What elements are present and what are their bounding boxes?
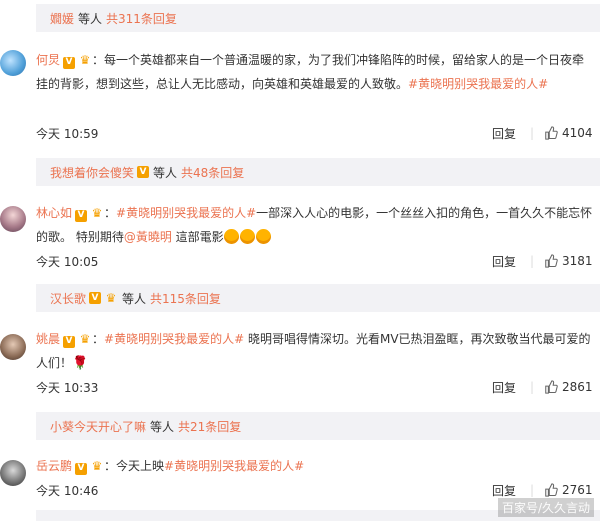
verified-v-icon: V [63,335,76,348]
fan-badge-icon: ♛ [79,53,91,67]
avatar[interactable] [0,50,26,76]
comment-text: ：今天上映 [104,459,165,473]
fan-badge-icon: ♛ [91,206,103,220]
comment-body: 岳云鹏 V ♛ ：今天上映#黄晓明别哭我最爱的人# [36,454,594,478]
comment-time: 今天 10:59 [36,126,99,141]
divider: | [529,254,534,268]
avatar[interactable] [0,206,26,232]
reply-count-link[interactable]: 共21条回复 [178,418,241,435]
verified-v-icon: V [75,209,88,222]
reply-user-link[interactable]: 嫺媛 [50,10,74,27]
reply-user-link[interactable]: 我想着你会傻笑 [50,164,134,181]
fan-badge-icon: ♛ [79,332,91,346]
reply-summary-band[interactable]: 嫺媛 等人 共311条回复 [36,4,600,32]
reply-button[interactable]: 回复 [492,253,516,270]
reply-button[interactable]: 回复 [492,125,516,142]
reply-count-link[interactable]: 共311条回复 [106,10,177,27]
like-count: 3181 [562,254,593,268]
verified-v-icon: V [63,56,76,69]
reply-button[interactable]: 回复 [492,482,516,499]
comment-meta: 今天 10:05 回复 | 3181 [36,251,596,271]
like-thumb-icon[interactable] [544,254,558,268]
comment-body: 林心如 V ♛ ：#黄晓明别哭我最爱的人#一部深入人心的电影，一个丝丝入扣的角色，一首… [36,201,594,249]
hashtag-link[interactable]: #黄晓明别哭我最爱的人# [408,77,548,91]
comment-username[interactable]: 岳云鹏 [36,459,72,473]
emoji-icon [255,229,271,244]
verified-v-icon: V [75,462,88,475]
divider: | [529,483,534,497]
comment-username[interactable]: 何炅 [36,53,60,67]
like-count: 2861 [562,380,593,394]
comment-text: 這部電影 [171,230,224,244]
comment-text: ： [104,206,117,220]
reply-count-link[interactable]: 共115条回复 [150,290,221,307]
divider: | [529,126,534,140]
reply-summary-band[interactable]: 小葵今天开心了嘛 等人 共21条回复 [36,412,600,440]
like-count: 4104 [562,126,593,140]
reply-user-link[interactable]: 小葵今天开心了嘛 [50,418,146,435]
reply-button[interactable]: 回复 [492,379,516,396]
comment-body: 何炅 V ♛ ：每一个英雄都来自一个普通温暖的家，为了我们冲锋陷阵的时候，留给家人的是… [36,48,594,96]
mention-link[interactable]: @黃曉明 [124,230,172,244]
reply-summary-text: 等人 [150,419,175,434]
comment-username[interactable]: 姚晨 [36,332,60,346]
hashtag-link[interactable]: #黄晓明别哭我最爱的人# [116,206,256,220]
emoji-icon [239,229,255,244]
hashtag-link[interactable]: #黄晓明别哭我最爱的人# [104,332,244,346]
comment-time: 今天 10:05 [36,254,99,269]
watermark: 百家号/久久言动 [497,498,594,517]
like-count: 2761 [562,483,593,497]
comment-time: 今天 10:33 [36,380,99,395]
verified-v-icon: V [137,166,150,178]
fan-badge-icon: ♛ [105,291,117,305]
verified-v-icon: V [89,292,102,304]
avatar[interactable] [0,334,26,360]
reply-summary-text: 等人 [122,291,147,306]
emoji-icon [223,229,239,244]
comment-meta: 今天 10:33 回复 | 2861 [36,377,596,397]
like-thumb-icon[interactable] [544,126,558,140]
reply-summary-text: 等人 [78,11,103,26]
comment-meta: 今天 10:59 回复 | 4104 [36,123,596,143]
like-thumb-icon[interactable] [544,380,558,394]
comment-text: ： [92,332,105,346]
reply-summary-text: 等人 [153,165,178,180]
reply-count-link[interactable]: 共48条回复 [181,164,244,181]
reply-summary-band[interactable]: 汉长歌 V ♛ 等人 共115条回复 [36,284,600,312]
like-thumb-icon[interactable] [544,483,558,497]
comment-username[interactable]: 林心如 [36,206,72,220]
comment-time: 今天 10:46 [36,483,99,498]
reply-summary-band[interactable]: 我想着你会傻笑 V 等人 共48条回复 [36,158,600,186]
divider: | [529,380,534,394]
hashtag-link[interactable]: #黄晓明别哭我最爱的人# [164,459,304,473]
comment-body: 姚晨 V ♛ ：#黄晓明别哭我最爱的人# 晓明哥唱得情深切。光看MV已热泪盈眶，再次致… [36,327,594,376]
avatar[interactable] [0,460,26,486]
fan-badge-icon: ♛ [91,459,103,473]
rose-icon: 🌹 [72,356,89,371]
reply-user-link[interactable]: 汉长歌 [50,290,86,307]
comment-meta: 今天 10:46 回复 | 2761 [36,480,596,500]
